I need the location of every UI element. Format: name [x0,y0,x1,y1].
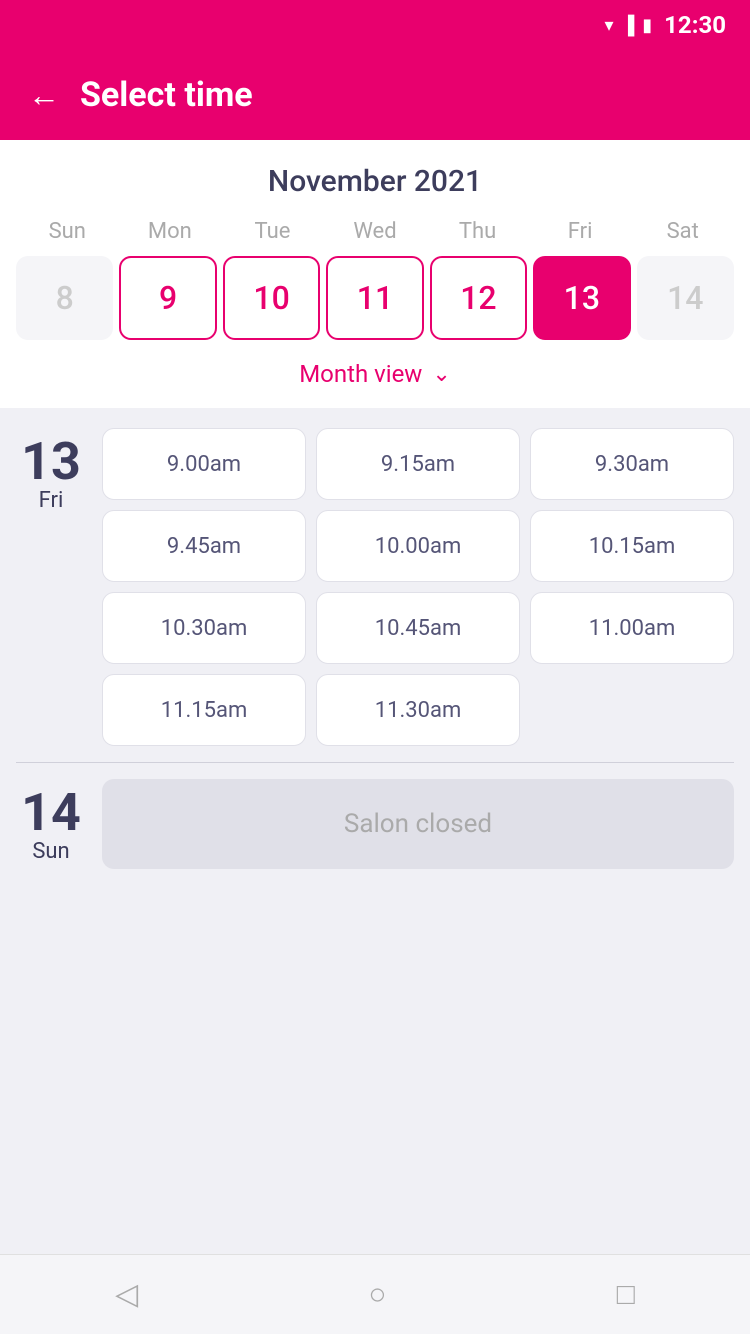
status-time: 12:30 [664,11,726,39]
day-section-13: 13 Fri 9.00am 9.15am 9.30am 9.45am 10.00… [16,428,734,746]
salon-closed-box: Salon closed [102,779,734,869]
time-slot-1130am[interactable]: 11.30am [316,674,520,746]
calendar-day-13[interactable]: 13 [533,256,630,340]
calendar-day-8[interactable]: 8 [16,256,113,340]
day-header-sun: Sun [16,219,119,244]
time-slot-915am[interactable]: 9.15am [316,428,520,500]
day-number-14: 14 [21,787,81,839]
calendar-day-11[interactable]: 11 [326,256,423,340]
time-slot-900am[interactable]: 9.00am [102,428,306,500]
wifi-icon: ▾ [604,15,613,36]
day-header-tue: Tue [221,219,324,244]
signal-icon: ▐ [621,15,634,36]
time-slots-area: 13 Fri 9.00am 9.15am 9.30am 9.45am 10.00… [0,408,750,1005]
calendar-days: 8 9 10 11 12 13 14 [16,256,734,340]
month-view-label: Month view [299,360,422,388]
bottom-nav: ◁ ○ □ [0,1254,750,1334]
day-label-13: 13 Fri [16,428,86,513]
time-slot-1000am[interactable]: 10.00am [316,510,520,582]
calendar-day-9[interactable]: 9 [119,256,216,340]
nav-recent-icon[interactable]: □ [617,1277,635,1312]
day-section-14: 14 Sun Salon closed [16,779,734,869]
day-header-thu: Thu [426,219,529,244]
time-slot-1015am[interactable]: 10.15am [530,510,734,582]
nav-back-icon[interactable]: ◁ [115,1277,138,1312]
chevron-down-icon: ⌄ [432,362,450,387]
time-slot-945am[interactable]: 9.45am [102,510,306,582]
day-number-13: 13 [21,436,81,488]
calendar-section: November 2021 Sun Mon Tue Wed Thu Fri Sa… [0,140,750,408]
day-name-14: Sun [32,839,69,864]
time-slot-930am[interactable]: 9.30am [530,428,734,500]
day-header-fri: Fri [529,219,632,244]
time-slot-1030am[interactable]: 10.30am [102,592,306,664]
day-header-sat: Sat [631,219,734,244]
month-year-title: November 2021 [16,164,734,199]
day-label-14: 14 Sun [16,779,86,864]
time-grid-13: 9.00am 9.15am 9.30am 9.45am 10.00am 10.1… [102,428,734,746]
calendar-day-10[interactable]: 10 [223,256,320,340]
calendar-day-14[interactable]: 14 [637,256,734,340]
day-header-wed: Wed [324,219,427,244]
time-slot-1115am[interactable]: 11.15am [102,674,306,746]
time-slot-1045am[interactable]: 10.45am [316,592,520,664]
day-header-mon: Mon [119,219,222,244]
nav-home-icon[interactable]: ○ [368,1277,386,1312]
status-icons: ▾ ▐ ▮ [604,15,652,36]
section-divider [16,762,734,763]
time-slot-1100am[interactable]: 11.00am [530,592,734,664]
salon-closed-label: Salon closed [344,809,492,839]
calendar-day-12[interactable]: 12 [430,256,527,340]
day-headers: Sun Mon Tue Wed Thu Fri Sat [16,219,734,244]
back-button[interactable]: ← [28,76,60,114]
battery-icon: ▮ [642,15,652,36]
header: ← Select time [0,50,750,140]
status-bar: ▾ ▐ ▮ 12:30 [0,0,750,50]
day-name-13: Fri [39,488,64,513]
bottom-spacer [16,885,734,985]
month-view-toggle[interactable]: Month view ⌄ [16,356,734,392]
page-title: Select time [80,75,253,115]
